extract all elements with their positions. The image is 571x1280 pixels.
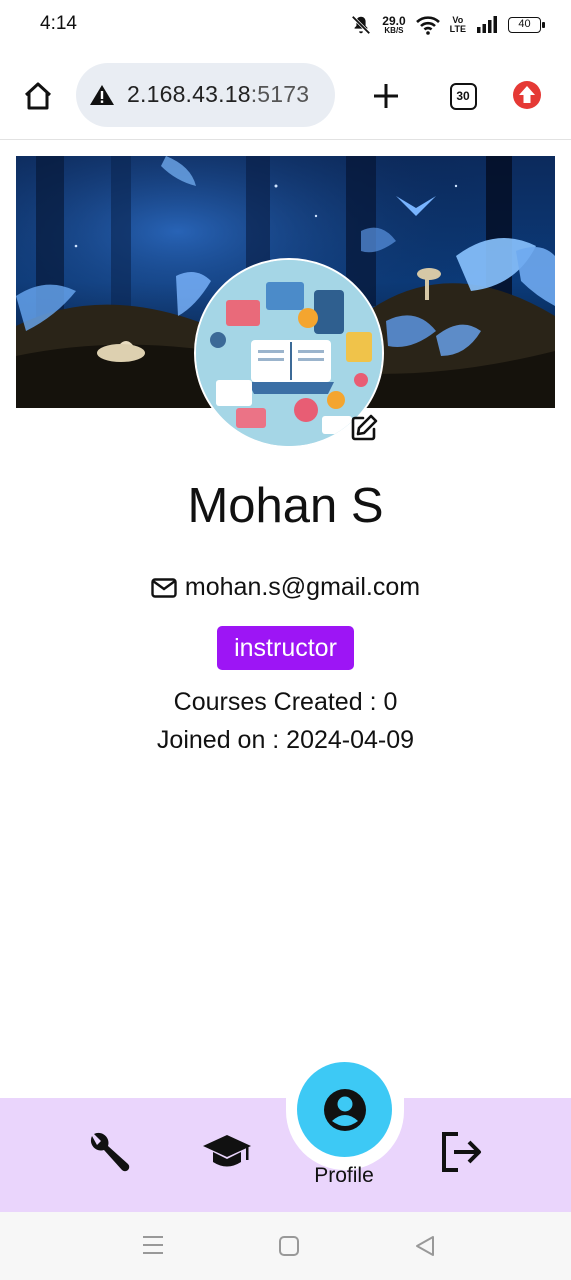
profile-icon xyxy=(323,1088,366,1131)
tab-switcher-button[interactable]: 30 xyxy=(447,80,479,112)
email-row: mohan.s@gmail.com xyxy=(0,573,571,602)
profile-name: Mohan S xyxy=(187,479,384,533)
status-time: 4:14 xyxy=(40,13,77,34)
nav-logout-button[interactable] xyxy=(436,1128,486,1176)
address-bar[interactable]: 2.168.43.18:5173 xyxy=(76,63,335,127)
network-speed: 29.0 KB/S xyxy=(382,15,405,35)
courses-created: Courses Created : 0 xyxy=(173,688,398,716)
role-badge: instructor xyxy=(217,626,354,670)
status-icons: 29.0 KB/S Vo LTE 40 xyxy=(350,14,545,36)
nav-profile-label: Profile xyxy=(314,1164,374,1187)
battery-indicator: 40 xyxy=(508,17,545,33)
home-icon xyxy=(24,82,52,110)
nav-settings-button[interactable] xyxy=(82,1126,136,1180)
new-tab-button[interactable] xyxy=(368,78,404,114)
url-host: 2.168.43.18 xyxy=(127,81,251,107)
system-navigation-bar xyxy=(0,1212,571,1280)
url-port: :5173 xyxy=(250,81,310,107)
envelope-icon xyxy=(151,577,177,598)
mute-bell-icon xyxy=(351,15,371,35)
status-bar: 4:14 29.0 KB/S Vo LTE 40 xyxy=(0,0,571,50)
system-home-button[interactable] xyxy=(277,1234,301,1262)
nav-courses-button[interactable] xyxy=(200,1128,254,1178)
graduation-cap-icon xyxy=(203,1135,251,1167)
recent-apps-button[interactable] xyxy=(141,1234,165,1260)
signal-icon xyxy=(477,16,497,33)
update-arrow-icon xyxy=(513,81,541,109)
edit-avatar-button[interactable] xyxy=(349,413,379,443)
wifi-icon xyxy=(415,16,440,35)
back-triangle-icon xyxy=(416,1236,434,1256)
nav-profile-button[interactable] xyxy=(297,1062,392,1157)
tab-count: 30 xyxy=(449,82,477,110)
browser-toolbar: 2.168.43.18:5173 30 xyxy=(0,50,571,140)
menu-icon xyxy=(143,1236,163,1254)
plus-icon xyxy=(374,84,398,108)
url-text: 2.168.43.18:5173 xyxy=(127,81,309,108)
logout-icon xyxy=(442,1132,481,1172)
volte-line2: LTE xyxy=(449,24,466,34)
home-square-icon xyxy=(279,1236,299,1256)
wrench-icon xyxy=(90,1132,130,1172)
system-back-button[interactable] xyxy=(413,1234,437,1262)
home-button[interactable] xyxy=(20,78,56,114)
edit-icon xyxy=(351,414,378,441)
network-speed-unit: KB/S xyxy=(384,26,404,35)
profile-email: mohan.s@gmail.com xyxy=(184,573,421,601)
volte-indicator: Vo LTE xyxy=(450,16,466,34)
update-button[interactable] xyxy=(510,78,544,112)
joined-date: Joined on : 2024-04-09 xyxy=(156,726,415,754)
warning-icon xyxy=(90,85,114,105)
